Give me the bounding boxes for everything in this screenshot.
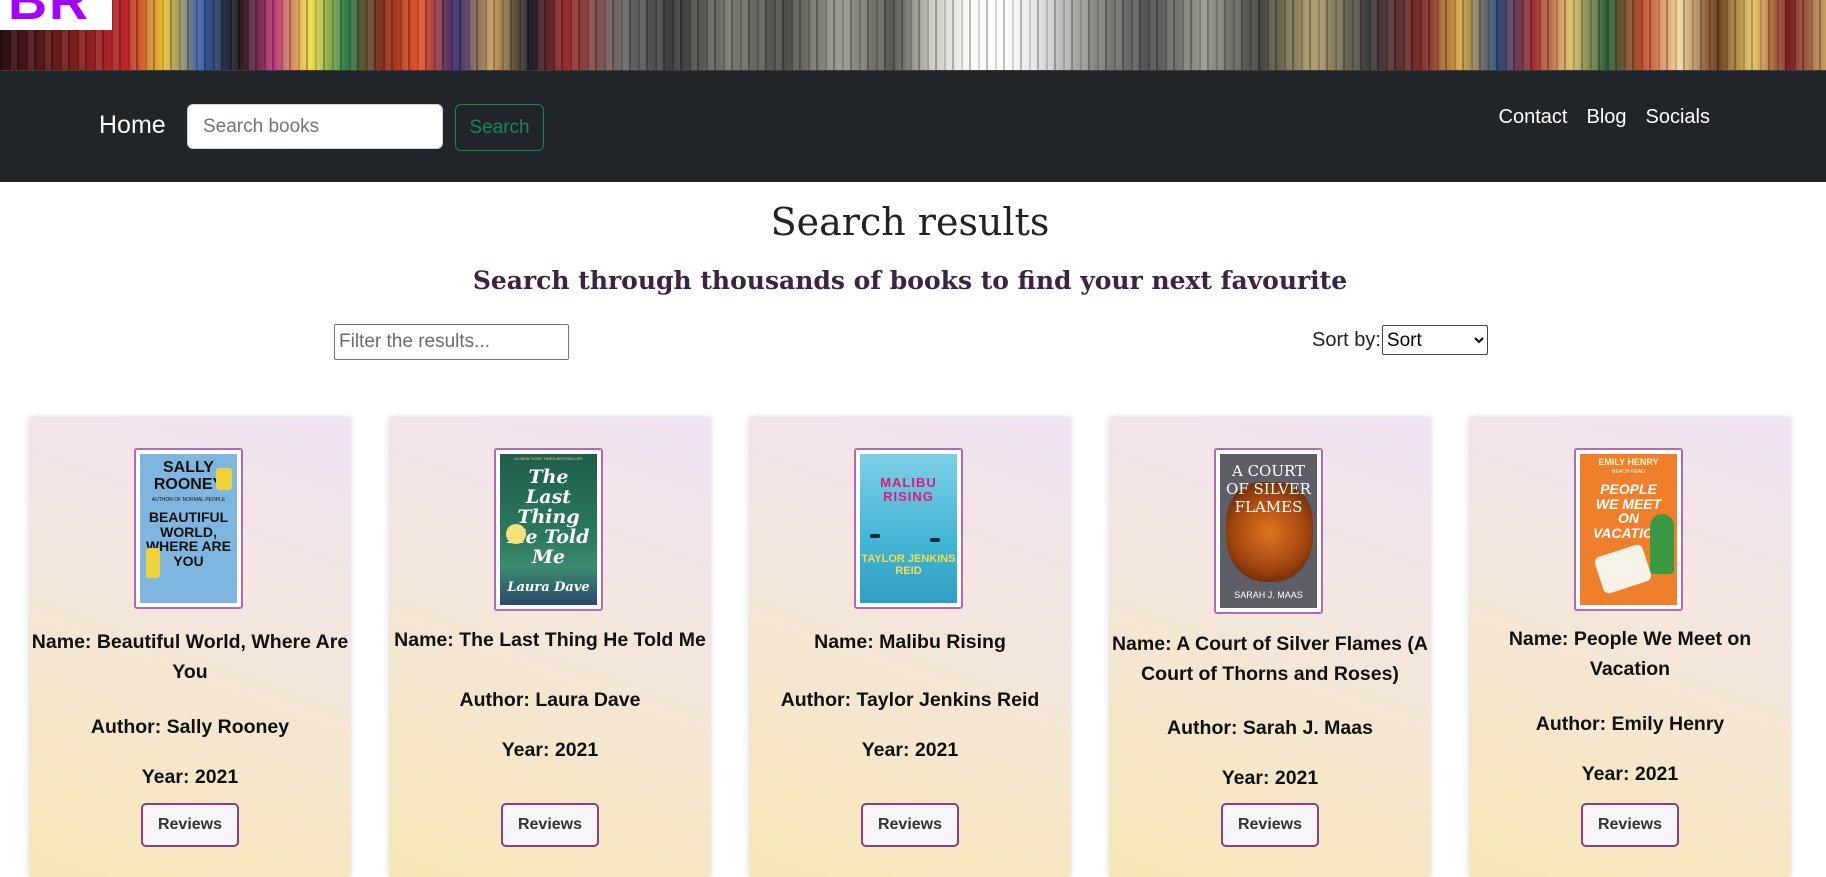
reviews-button[interactable]: Reviews [141,803,239,847]
book-cover: A COURT OF SILVER FLAMES SARAH J. MAAS [1214,448,1323,614]
book-results: SALLY ROONEY AUTHOR OF NORMAL PEOPLE BEA… [29,417,1799,877]
book-name: Name: Beautiful World, Where Are You [31,631,349,683]
sort-control: Sort by: Sort [1312,325,1488,355]
book-card: MALIBU RISING TAYLOR JENKINS REID Name: … [749,417,1071,877]
reviews-button[interactable]: Reviews [861,803,959,847]
cover-beach-chair-shape [1593,543,1653,595]
book-cover-art: #1 NEW YORK TIMES BESTSELLER The Last Th… [500,454,597,605]
page-subtitle: Search through thousands of books to fin… [472,266,1348,295]
reviews-button[interactable]: Reviews [1221,803,1319,847]
cover-title-text: A COURT OF SILVER FLAMES [1226,462,1311,516]
cover-author-text: Laura Dave [507,580,590,596]
book-year: Year: 2021 [861,739,959,761]
cover-palm-shape [1650,514,1674,574]
book-author: Author: Taylor Jenkins Reid [780,689,1040,711]
nav-link-contact[interactable]: Contact [1499,106,1568,129]
library-banner-image [0,0,1826,70]
reviews-button[interactable]: Reviews [501,803,599,847]
book-author: Author: Sally Rooney [90,716,290,738]
book-cover: EMILY HENRY BEACH READ PEOPLE WE MEET ON… [1574,448,1683,611]
cover-swimmer-shape [930,538,940,542]
search-button[interactable]: Search [455,104,544,151]
nav-link-blog[interactable]: Blog [1586,106,1626,129]
book-author: Author: Emily Henry [1535,713,1725,735]
search-input[interactable] [187,104,443,149]
book-name: Name: The Last Thing He Told Me [394,629,706,651]
book-name: Name: People We Meet on Vacation [1508,628,1752,680]
cover-figure-shape [146,548,160,578]
cover-title-text: The Last Thing He Told Me [507,466,590,568]
filter-input[interactable] [334,324,569,360]
book-cover-art: SALLY ROONEY AUTHOR OF NORMAL PEOPLE BEA… [140,454,237,603]
book-cover: MALIBU RISING TAYLOR JENKINS REID [854,448,963,609]
book-card: SALLY ROONEY AUTHOR OF NORMAL PEOPLE BEA… [29,417,351,877]
book-year: Year: 2021 [1581,763,1679,785]
nav-link-socials[interactable]: Socials [1646,106,1710,129]
book-cover-art: A COURT OF SILVER FLAMES SARAH J. MAAS [1220,454,1317,608]
nav-links: Contact Blog Socials [1499,106,1710,129]
reviews-button[interactable]: Reviews [1581,803,1679,847]
sort-select[interactable]: Sort [1381,325,1488,355]
book-author: Author: Laura Dave [459,689,641,711]
cover-swimmer-shape [870,534,880,538]
book-year: Year: 2021 [501,739,599,761]
book-card: EMILY HENRY BEACH READ PEOPLE WE MEET ON… [1469,417,1791,877]
top-navbar: Home Search Contact Blog Socials [0,70,1826,182]
book-cover-art: MALIBU RISING TAYLOR JENKINS REID [860,454,957,603]
book-card: #1 NEW YORK TIMES BESTSELLER The Last Th… [389,417,711,877]
book-year: Year: 2021 [1221,767,1319,789]
book-name: Name: A Court of Silver Flames (A Court … [1111,633,1429,685]
nav-home-link[interactable]: Home [99,111,166,140]
cover-title-text: MALIBU RISING [880,475,937,504]
cover-badge-shape [506,524,526,544]
book-cover: SALLY ROONEY AUTHOR OF NORMAL PEOPLE BEA… [134,448,243,609]
cover-tag-text: #1 NEW YORK TIMES BESTSELLER [514,456,583,461]
cover-figure-shape [216,468,232,490]
page-title: Search results [770,200,1050,244]
cover-author-text: SARAH J. MAAS [1234,589,1303,600]
book-card: A COURT OF SILVER FLAMES SARAH J. MAAS N… [1109,417,1431,877]
book-author: Author: Sarah J. Maas [1167,717,1373,739]
sort-label: Sort by: [1312,328,1381,351]
cover-tag-text: AUTHOR OF NORMAL PEOPLE [151,497,226,503]
cover-tag-text: BEACH READ [1612,469,1645,475]
book-cover: #1 NEW YORK TIMES BESTSELLER The Last Th… [494,448,603,611]
site-logo[interactable]: BR [0,0,112,30]
cover-author-text: EMILY HENRY [1598,457,1659,467]
book-cover-art: EMILY HENRY BEACH READ PEOPLE WE MEET ON… [1580,454,1677,605]
cover-author-text: TAYLOR JENKINS REID [861,553,956,577]
book-name: Name: Malibu Rising [814,631,1006,653]
book-year: Year: 2021 [141,766,239,788]
